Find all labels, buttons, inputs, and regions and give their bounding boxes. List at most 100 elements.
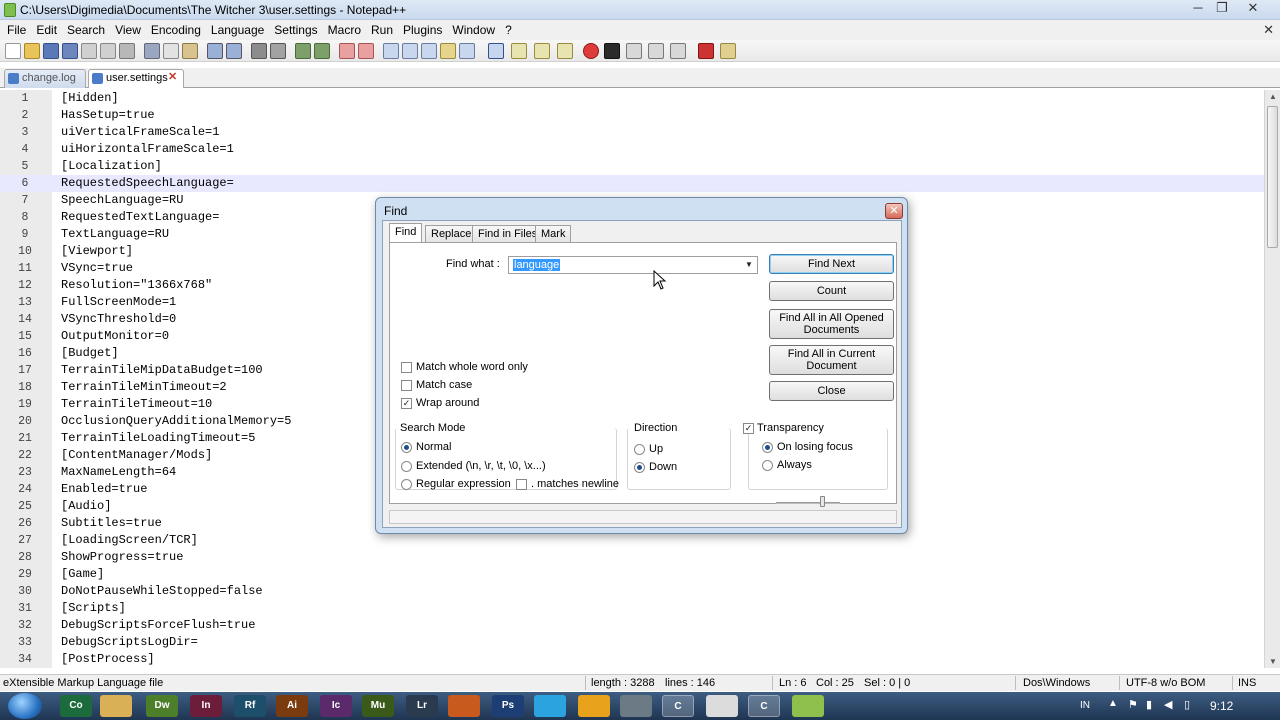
tab-user-settings[interactable]: user.settings ✕ <box>88 69 184 88</box>
record-macro-icon[interactable] <box>583 43 599 59</box>
line-text[interactable]: [Viewport] <box>61 243 133 260</box>
line-text[interactable]: uiHorizontalFrameScale=1 <box>61 141 234 158</box>
editor-line[interactable]: 1 [Hidden] <box>0 90 1264 107</box>
save-all-icon[interactable] <box>62 43 78 59</box>
extended-label[interactable]: Extended (\n, \r, \t, \0, \x...) <box>416 460 546 472</box>
match-whole-word-label[interactable]: Match whole word only <box>416 361 528 373</box>
line-text[interactable]: [Hidden] <box>61 90 119 107</box>
save-macro-icon[interactable] <box>670 43 686 59</box>
plugin-tool-icon[interactable] <box>720 43 736 59</box>
down-label[interactable]: Down <box>649 461 677 473</box>
editor-line[interactable]: 2 HasSetup=true <box>0 107 1264 124</box>
line-text[interactable]: [Game] <box>61 566 104 583</box>
chevron-down-icon[interactable]: ▼ <box>742 258 756 272</box>
spell-check-icon[interactable] <box>698 43 714 59</box>
line-text[interactable]: OutputMonitor=0 <box>61 328 169 345</box>
normal-label[interactable]: Normal <box>416 441 451 453</box>
find-what-value[interactable]: language <box>513 259 561 271</box>
editor-line[interactable]: 33 DebugScriptsLogDir= <box>0 634 1264 651</box>
always-radio[interactable] <box>762 460 773 471</box>
line-text[interactable]: Resolution="1366x768" <box>61 277 212 294</box>
skype-icon[interactable] <box>534 695 566 717</box>
line-text[interactable]: TerrainTileMipDataBudget=100 <box>61 362 263 379</box>
editor-line[interactable]: 28 ShowProgress=true <box>0 549 1264 566</box>
line-text[interactable]: [ContentManager/Mods] <box>61 447 212 464</box>
menu-help[interactable]: ? <box>500 23 517 37</box>
close-file-icon[interactable] <box>81 43 97 59</box>
menu-language[interactable]: Language <box>206 23 269 37</box>
editor-line[interactable]: 4 uiHorizontalFrameScale=1 <box>0 141 1264 158</box>
play-macro-icon[interactable] <box>626 43 642 59</box>
line-text[interactable]: TerrainTileMinTimeout=2 <box>61 379 227 396</box>
lightroom-icon[interactable]: Lr <box>406 695 438 717</box>
editor-line[interactable]: 27 [LoadingScreen/TCR] <box>0 532 1264 549</box>
line-text[interactable]: [PostProcess] <box>61 651 155 668</box>
close-window-button[interactable]: ✕ <box>1240 0 1266 18</box>
line-text[interactable]: [Budget] <box>61 345 119 362</box>
transparency-checkbox[interactable]: ✓ <box>743 423 754 434</box>
regex-radio[interactable] <box>401 479 412 490</box>
line-text[interactable]: VSync=true <box>61 260 133 277</box>
battery-icon[interactable]: ▯ <box>1184 698 1190 711</box>
print-icon[interactable] <box>119 43 135 59</box>
taskbar-app-icon[interactable]: Co <box>60 695 92 717</box>
line-text[interactable]: DebugScriptsForceFlush=true <box>61 617 255 634</box>
match-case-checkbox[interactable] <box>401 380 412 391</box>
line-text[interactable]: [LoadingScreen/TCR] <box>61 532 198 549</box>
menu-settings[interactable]: Settings <box>269 23 322 37</box>
editor-line[interactable]: 5 [Localization] <box>0 158 1264 175</box>
indent-guide-icon[interactable] <box>421 43 437 59</box>
muse-icon[interactable]: Mu <box>362 695 394 717</box>
transparency-slider-thumb[interactable] <box>820 496 825 507</box>
network-icon[interactable]: ▮ <box>1146 698 1152 711</box>
find-what-input[interactable]: language ▼ <box>508 256 758 274</box>
user-language-icon[interactable] <box>440 43 456 59</box>
line-text[interactable]: [Localization] <box>61 158 162 175</box>
start-button[interactable] <box>8 693 42 719</box>
line-text[interactable]: RequestedSpeechLanguage= <box>61 175 234 192</box>
clock[interactable]: 9:12 <box>1210 699 1233 713</box>
find-icon[interactable] <box>251 43 267 59</box>
line-text[interactable]: [Audio] <box>61 498 111 515</box>
menu-view[interactable]: View <box>110 23 146 37</box>
firefox-icon[interactable] <box>448 695 480 717</box>
word-wrap-icon[interactable] <box>383 43 399 59</box>
menu-window[interactable]: Window <box>447 23 500 37</box>
line-text[interactable]: SpeechLanguage=RU <box>61 192 183 209</box>
flag-icon[interactable]: ⚑ <box>1128 698 1138 711</box>
match-whole-word-checkbox[interactable] <box>401 362 412 373</box>
up-label[interactable]: Up <box>649 443 663 455</box>
editor-line[interactable]: 32 DebugScriptsForceFlush=true <box>0 617 1264 634</box>
matches-newline-label[interactable]: . matches newline <box>531 478 619 490</box>
find-next-button[interactable]: Find Next <box>769 254 894 274</box>
wrap-around-checkbox[interactable]: ✓ <box>401 398 412 409</box>
count-button[interactable]: Count <box>769 281 894 301</box>
normal-radio[interactable] <box>401 442 412 453</box>
line-text[interactable]: RequestedTextLanguage= <box>61 209 219 226</box>
on-losing-focus-radio[interactable] <box>762 442 773 453</box>
replace-icon[interactable] <box>270 43 286 59</box>
tab-replace[interactable]: Replace <box>425 225 478 243</box>
save-icon[interactable] <box>43 43 59 59</box>
notepadpp-taskbar-icon[interactable] <box>792 695 824 717</box>
taskbar-app-icon[interactable] <box>620 695 652 717</box>
menu-file[interactable]: File <box>2 23 31 37</box>
always-label[interactable]: Always <box>777 459 812 471</box>
tray-arrow-icon[interactable]: ▲ <box>1108 698 1118 709</box>
tab-find-in-files[interactable]: Find in Files <box>472 225 544 243</box>
dialog-close-button[interactable]: ✕ <box>885 203 903 219</box>
transparency-label[interactable]: Transparency <box>757 422 824 434</box>
tab-find[interactable]: Find <box>389 223 423 243</box>
wrap-around-label[interactable]: Wrap around <box>416 397 479 409</box>
editor-line[interactable]: 29 [Game] <box>0 566 1264 583</box>
tab-change-log[interactable]: change.log <box>4 69 86 88</box>
down-radio[interactable] <box>634 462 645 473</box>
function-list-icon[interactable] <box>488 43 504 59</box>
zoom-in-icon[interactable] <box>295 43 311 59</box>
match-case-label[interactable]: Match case <box>416 379 472 391</box>
sync-vertical-icon[interactable] <box>339 43 355 59</box>
find-all-current-button[interactable]: Find All in Current Document <box>769 345 894 375</box>
line-text[interactable]: DebugScriptsLogDir= <box>61 634 198 651</box>
close-button[interactable]: Close <box>769 381 894 401</box>
explorer-icon[interactable] <box>100 695 132 717</box>
